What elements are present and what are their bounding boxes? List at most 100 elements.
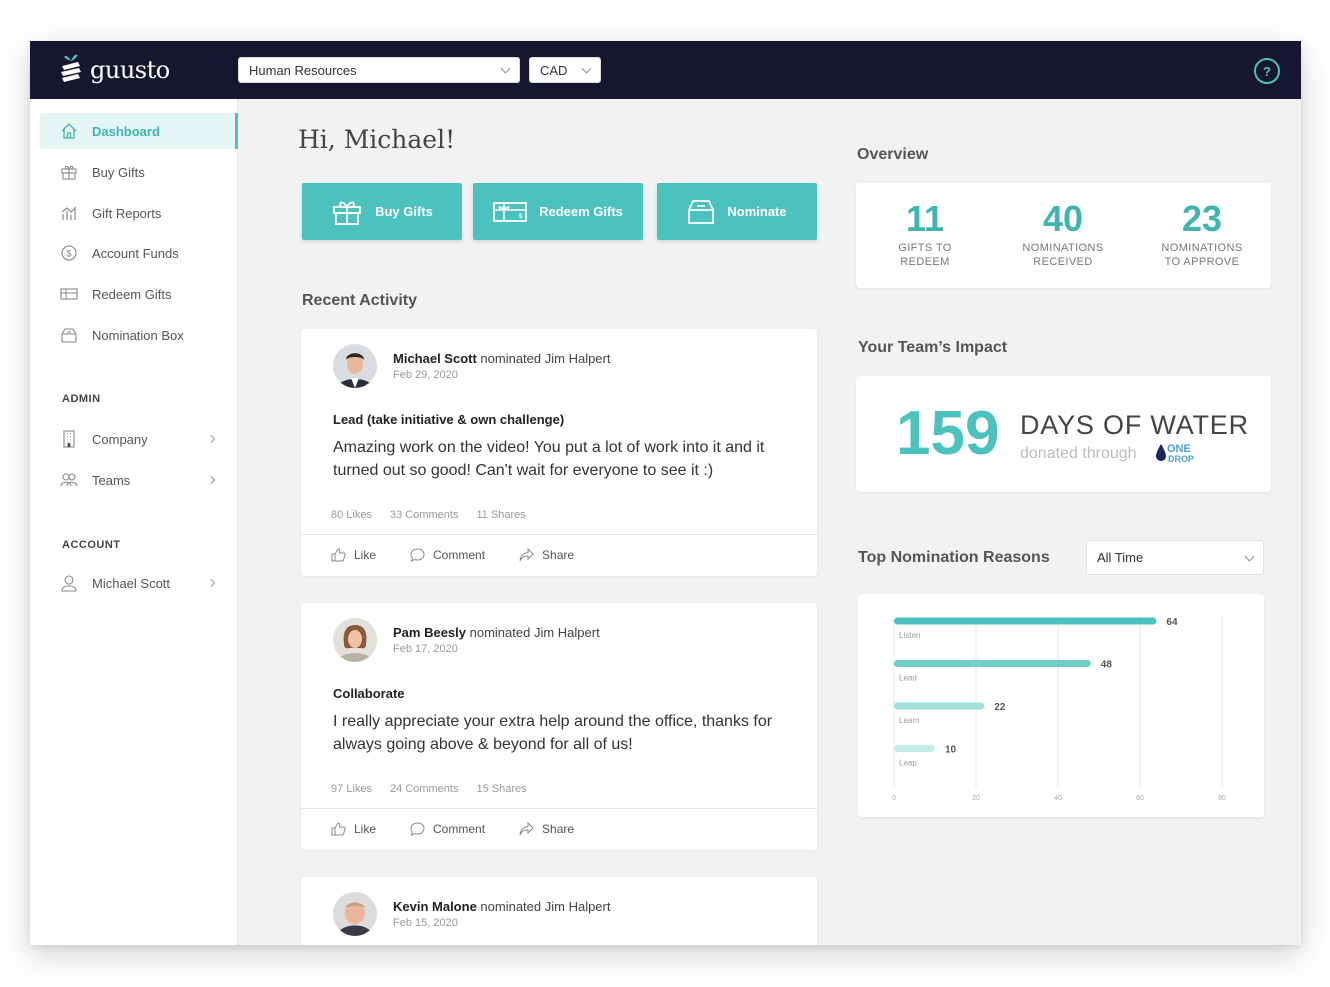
x-tick-label: 80 <box>1218 795 1226 802</box>
thumbs-up-icon <box>331 548 346 562</box>
overview-title: Overview <box>857 146 929 163</box>
redeem-gifts-button[interactable]: $ Redeem Gifts <box>473 183 643 240</box>
help-button[interactable]: ? <box>1254 58 1280 84</box>
like-label: Like <box>354 822 377 836</box>
help-icon: ? <box>1263 63 1271 79</box>
comment-button[interactable]: Comment <box>410 822 485 836</box>
chevron-down-icon <box>1244 551 1255 562</box>
post-date: Feb 17, 2020 <box>393 643 458 655</box>
department-select-value: Human Resources <box>249 62 357 78</box>
buy-gifts-button-label: Buy Gifts <box>375 204 433 219</box>
stat-nominations-received-value[interactable]: 40 <box>998 198 1128 240</box>
stat-nominations-to-approve-value[interactable]: 23 <box>1137 198 1267 240</box>
sidebar-item-label: Dashboard <box>92 123 160 139</box>
avatar <box>333 344 377 388</box>
sidebar-item-label: Michael Scott <box>92 575 171 591</box>
bar-value-label: 64 <box>1166 617 1178 628</box>
sidebar-item-label: Buy Gifts <box>92 164 145 180</box>
sidebar-item-teams[interactable]: Teams <box>40 462 238 498</box>
sidebar-item-nomination-box[interactable]: Nomination Box <box>40 317 238 353</box>
sidebar-item-label: Redeem Gifts <box>92 286 172 302</box>
post-reason: Lead (take initiative & own challenge) <box>333 412 565 427</box>
one-drop-logo-icon: ONE DROP <box>1156 443 1194 464</box>
time-range-select[interactable]: All Time <box>1086 540 1264 575</box>
sidebar-item-dashboard[interactable]: Dashboard <box>40 113 238 149</box>
comment-icon <box>410 822 425 836</box>
x-tick-label: 20 <box>972 795 980 802</box>
share-icon <box>519 822 534 836</box>
sidebar-item-label: Company <box>92 431 148 447</box>
chart-icon <box>60 204 78 222</box>
divider <box>301 534 817 535</box>
impact-headline: DAYS OF WATER <box>1020 410 1249 440</box>
post-stats: 80 Likes 33 Comments 11 Shares <box>331 509 526 521</box>
post-author[interactable]: Kevin Malone <box>393 899 477 914</box>
like-button[interactable]: Like <box>331 822 376 836</box>
currency-select[interactable]: CAD <box>529 57 601 83</box>
team-impact-card: 159 DAYS OF WATER donated through ONE DR… <box>856 376 1271 492</box>
admin-heading: ADMIN <box>62 393 101 405</box>
divider <box>301 808 817 809</box>
sidebar-item-gift-reports[interactable]: Gift Reports <box>40 195 238 231</box>
brand-logo[interactable]: guusto <box>58 52 170 88</box>
bar-value-label: 10 <box>945 745 957 756</box>
activity-post: Kevin Malone nominated Jim Halpert Feb 1… <box>301 877 817 945</box>
like-label: Like <box>354 548 377 562</box>
avatar <box>333 892 377 936</box>
sidebar-item-company[interactable]: Company <box>40 421 238 457</box>
sidebar-item-label: Teams <box>92 472 131 488</box>
post-stats: 97 Likes 24 Comments 15 Shares <box>331 783 527 795</box>
sidebar-item-redeem-gifts[interactable]: Redeem Gifts <box>40 276 238 312</box>
impact-subline: donated through <box>1020 445 1137 462</box>
comment-label: Comment <box>433 548 486 562</box>
share-label: Share <box>542 548 575 562</box>
share-icon <box>519 548 534 562</box>
stat-gifts-to-redeem-value[interactable]: 11 <box>860 198 990 240</box>
sidebar-item-account-funds[interactable]: $ Account Funds <box>40 235 238 271</box>
chevron-down-icon <box>581 63 592 74</box>
gift-icon <box>333 201 361 225</box>
comment-button[interactable]: Comment <box>410 548 485 562</box>
post-shares-count: 15 Shares <box>476 783 527 795</box>
stat-label-line: NOMINATIONS <box>1022 242 1104 254</box>
share-button[interactable]: Share <box>519 548 574 562</box>
overview-card: 11 GIFTS TO REDEEM 40 NOMINATIONS RECEIVED… <box>856 183 1271 288</box>
activity-post: Michael Scott nominated Jim Halpert Feb … <box>301 329 817 576</box>
nomination-reasons-chart: 0 20 40 60 80 64 Listen 48 Lead 22 Learn 10 Leap <box>892 616 1226 802</box>
department-select[interactable]: Human Resources <box>238 57 520 83</box>
share-button[interactable]: Share <box>519 822 574 836</box>
post-reason: Collaborate <box>333 686 405 701</box>
home-icon <box>60 122 78 140</box>
activity-post: Pam Beesly nominated Jim Halpert Feb 17,… <box>301 603 817 850</box>
post-author[interactable]: Michael Scott <box>393 351 477 366</box>
page-title: Hi, Michael! <box>298 125 456 154</box>
post-author[interactable]: Pam Beesly <box>393 625 466 640</box>
bar-value-label: 22 <box>994 702 1006 713</box>
nominate-button[interactable]: Nominate <box>657 183 817 240</box>
team-impact-title: Your Team’s Impact <box>858 339 1008 356</box>
post-author-line: Michael Scott nominated Jim Halpert <box>393 351 610 366</box>
like-button[interactable]: Like <box>331 548 376 562</box>
sidebar-item-account-user[interactable]: Michael Scott <box>40 565 238 601</box>
post-actions: Like Comment Share <box>331 822 574 836</box>
stat-gifts-to-redeem-label: GIFTS TO REDEEM <box>860 241 990 269</box>
nomination-reasons-chart-card: 0 20 40 60 80 64 Listen 48 Lead 22 Learn 10 Leap <box>858 594 1264 817</box>
sidebar-item-buy-gifts[interactable]: Buy Gifts <box>40 154 238 190</box>
bar <box>894 745 935 752</box>
stat-label-line: GIFTS TO <box>898 242 952 254</box>
ballot-box-icon <box>60 326 78 344</box>
stat-label-line: TO APPROVE <box>1164 256 1240 268</box>
avatar <box>333 618 377 662</box>
post-comments-count: 33 Comments <box>389 509 459 521</box>
impact-value: 159 <box>896 399 1000 468</box>
stat-nominations-to-approve-label: NOMINATIONS TO APPROVE <box>1137 241 1267 269</box>
nominate-button-label: Nominate <box>727 204 787 219</box>
redeem-gifts-button-label: Redeem Gifts <box>539 204 623 219</box>
ballot-box-icon <box>688 199 715 224</box>
chevron-right-icon <box>206 578 216 588</box>
buy-gifts-button[interactable]: Buy Gifts <box>302 183 462 240</box>
category-label: Learn <box>899 716 919 725</box>
comment-icon <box>410 548 425 562</box>
recent-activity-title: Recent Activity <box>302 292 417 309</box>
post-message: I really appreciate your extra help arou… <box>333 713 773 753</box>
